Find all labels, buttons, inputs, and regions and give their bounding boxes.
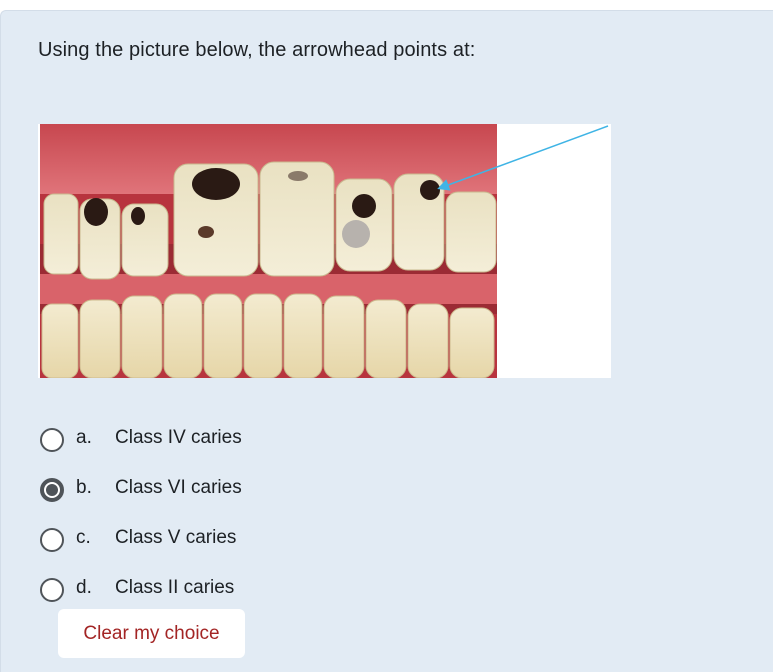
answer-letter: b. <box>76 477 92 498</box>
answer-letter: d. <box>76 577 92 598</box>
answer-options: a. Class IV caries b. Class VI caries c.… <box>38 413 638 613</box>
answer-label: Class IV caries <box>115 427 242 448</box>
radio-d[interactable] <box>40 578 64 602</box>
answer-option-d[interactable]: d. Class II caries <box>38 563 638 613</box>
answer-letter: c. <box>76 527 91 548</box>
answer-option-c[interactable]: c. Class V caries <box>38 513 638 563</box>
radio-a[interactable] <box>40 428 64 452</box>
answer-option-b[interactable]: b. Class VI caries <box>38 463 638 513</box>
answer-letter: a. <box>76 427 92 448</box>
radio-c[interactable] <box>40 528 64 552</box>
answer-option-a[interactable]: a. Class IV caries <box>38 413 638 463</box>
answer-label: Class V caries <box>115 527 237 548</box>
answer-label: Class II caries <box>115 577 235 598</box>
radio-b-selected[interactable] <box>40 478 64 502</box>
clear-choice-button[interactable]: Clear my choice <box>58 609 245 658</box>
question-image <box>38 124 611 378</box>
question-panel: Using the picture below, the arrowhead p… <box>0 10 773 672</box>
question-text: Using the picture below, the arrowhead p… <box>38 39 476 61</box>
answer-label: Class VI caries <box>115 477 242 498</box>
